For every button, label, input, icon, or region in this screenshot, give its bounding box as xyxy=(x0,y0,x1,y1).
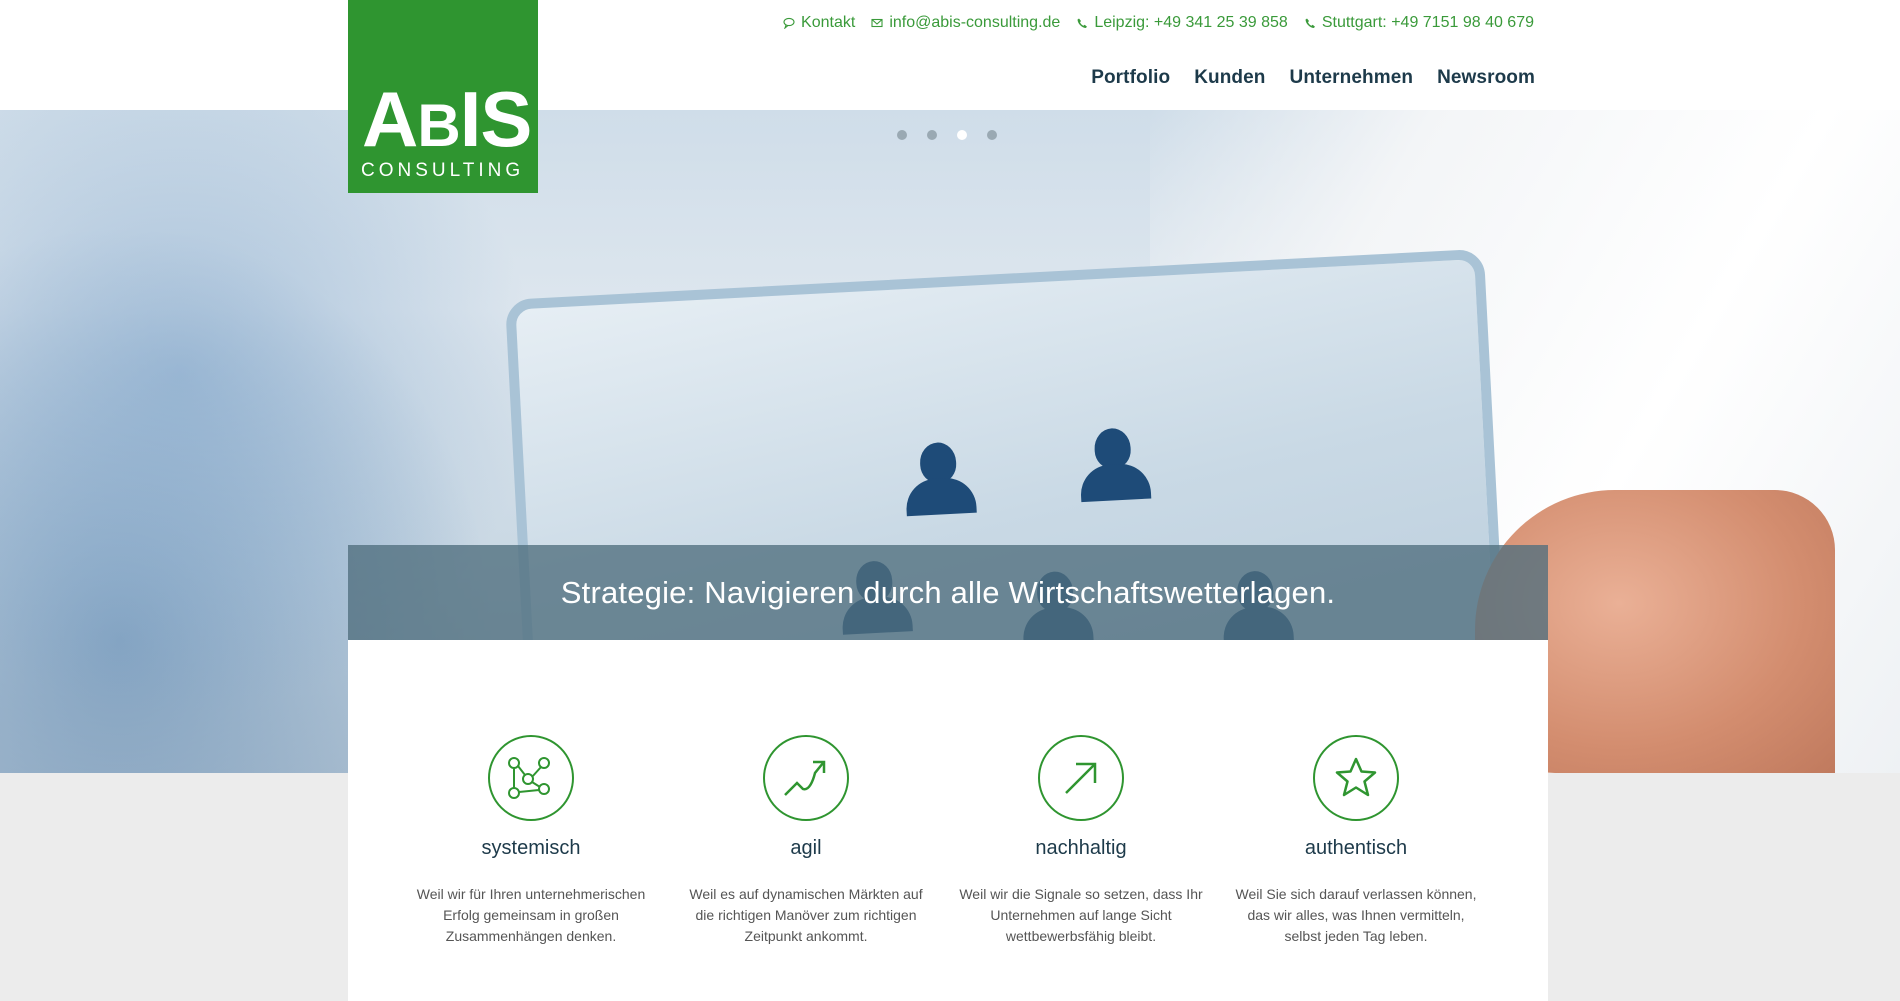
nav-item-portfolio[interactable]: Portfolio xyxy=(1091,67,1170,89)
feature-title: authentisch xyxy=(1304,837,1408,859)
phone-leipzig-link[interactable]: Leipzig: +49 341 25 39 858 xyxy=(1076,14,1288,32)
feature-icon-circle xyxy=(763,735,849,821)
slider-dot[interactable] xyxy=(927,130,937,140)
slider-dot[interactable] xyxy=(987,130,997,140)
contact-topbar: Kontakt info@abis-consulting.de Leipzig:… xyxy=(783,14,1534,32)
feature-authentisch: authentisch Weil Sie sich darauf verlass… xyxy=(1231,735,1481,947)
email-label: info@abis-consulting.de xyxy=(889,14,1061,31)
logo-wordmark: ABIS xyxy=(362,75,532,163)
trend-arrow-icon xyxy=(784,760,826,796)
main-nav: Portfolio Kunden Unternehmen Newsroom xyxy=(1091,67,1535,89)
feature-text: Weil wir für Ihren unternehmerischen Erf… xyxy=(416,886,646,944)
email-link[interactable]: info@abis-consulting.de xyxy=(871,14,1060,32)
site-header: Kontakt info@abis-consulting.de Leipzig:… xyxy=(0,0,1900,110)
phone-leipzig-label: Leipzig: +49 341 25 39 858 xyxy=(1094,14,1288,31)
network-icon xyxy=(508,757,550,799)
feature-icon-circle xyxy=(1038,735,1124,821)
star-icon xyxy=(1335,757,1377,797)
slider-dots xyxy=(897,130,997,140)
feature-text: Weil wir die Signale so setzen, dass Ihr… xyxy=(959,886,1203,944)
feature-text: Weil es auf dynamischen Märkten auf die … xyxy=(689,886,923,944)
feature-text: Weil Sie sich darauf verlassen können, d… xyxy=(1235,886,1477,944)
nav-item-kunden[interactable]: Kunden xyxy=(1194,67,1265,89)
slider-dot[interactable] xyxy=(897,130,907,140)
person-icon xyxy=(1078,427,1152,503)
slider-caption-text: Strategie: Navigieren durch alle Wirtsch… xyxy=(560,574,1336,610)
nav-item-newsroom[interactable]: Newsroom xyxy=(1437,67,1535,89)
speech-bubble-icon xyxy=(783,17,795,29)
phone-stuttgart-label: Stuttgart: +49 7151 98 40 679 xyxy=(1321,14,1534,31)
contact-link[interactable]: Kontakt xyxy=(783,14,855,32)
envelope-icon xyxy=(871,18,883,28)
phone-icon xyxy=(1077,18,1088,28)
feature-title: agil xyxy=(790,837,822,859)
feature-systemisch: systemisch Weil wir für Ihren unternehme… xyxy=(406,735,656,947)
phone-stuttgart-link[interactable]: Stuttgart: +49 7151 98 40 679 xyxy=(1304,14,1534,32)
contact-label: Kontakt xyxy=(801,14,856,31)
phone-icon xyxy=(1305,18,1315,28)
feature-agil: agil Weil es auf dynamischen Märkten auf… xyxy=(681,735,931,947)
person-icon xyxy=(903,441,977,517)
feature-title: systemisch xyxy=(481,837,581,859)
features-section: systemisch Weil wir für Ihren unternehme… xyxy=(348,640,1548,1001)
slider-caption: Strategie: Navigieren durch alle Wirtsch… xyxy=(348,545,1548,640)
feature-nachhaltig: nachhaltig Weil wir die Signale so setze… xyxy=(956,735,1206,947)
arrow-up-right-icon xyxy=(1065,762,1097,794)
abis-logo[interactable]: ABIS CONSULTING xyxy=(348,0,538,193)
feature-title: nachhaltig xyxy=(1035,837,1127,859)
nav-item-unternehmen[interactable]: Unternehmen xyxy=(1290,67,1414,89)
feature-icon-circle xyxy=(1313,735,1399,821)
logo-subtitle: CONSULTING xyxy=(361,160,525,181)
slider-dot[interactable] xyxy=(957,130,967,140)
feature-icon-circle xyxy=(488,735,574,821)
